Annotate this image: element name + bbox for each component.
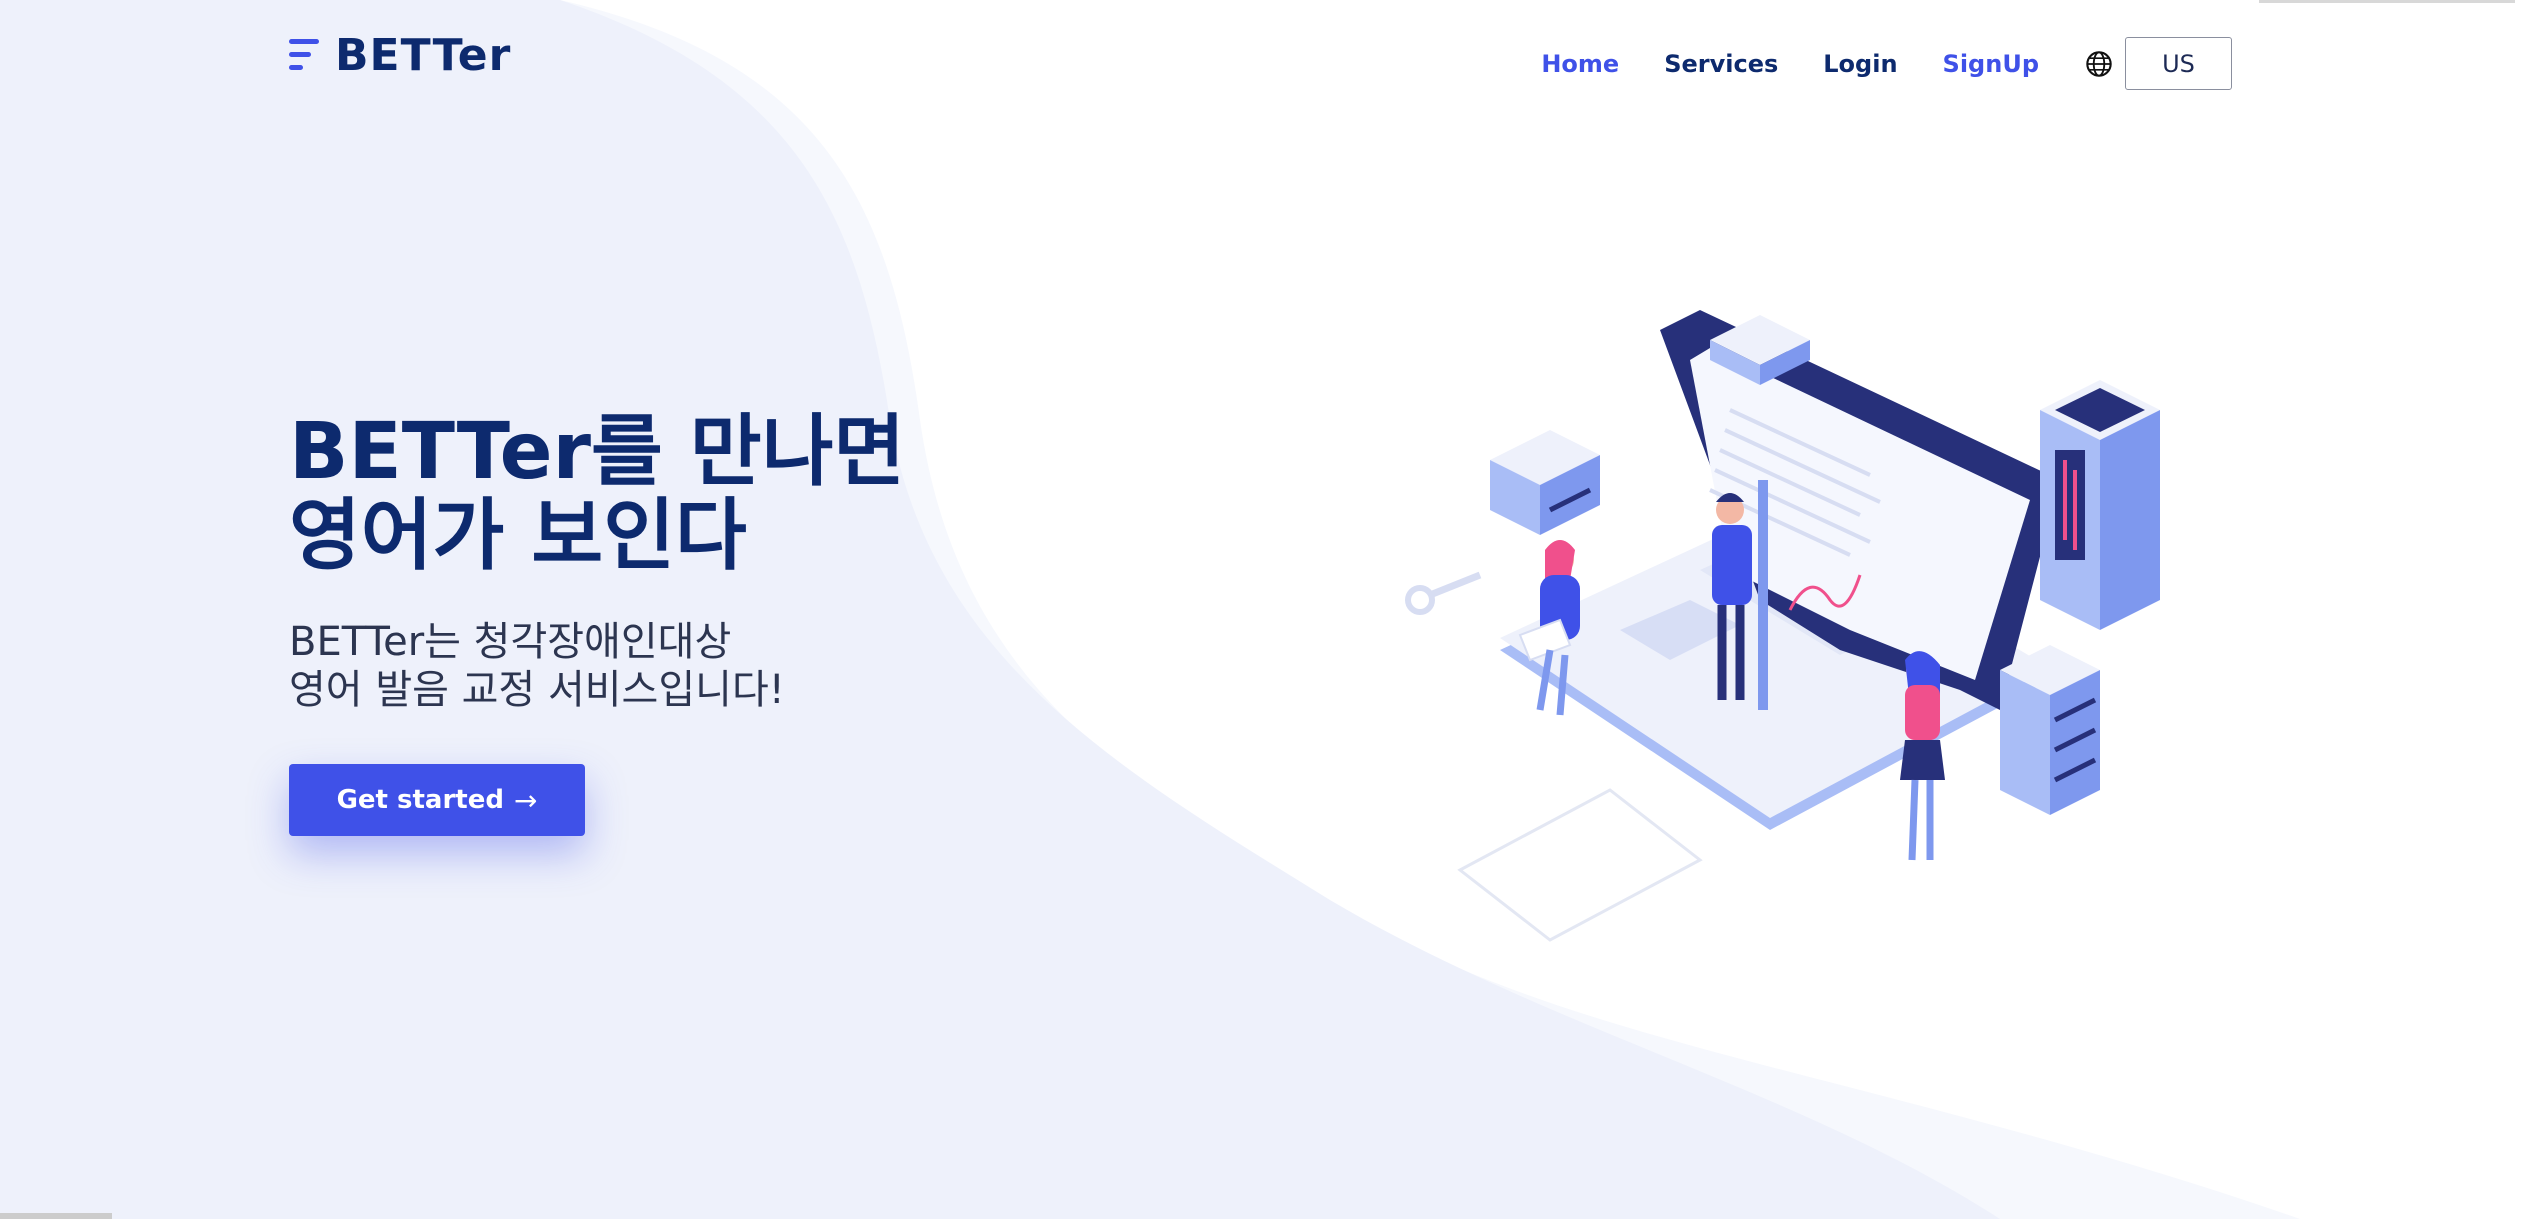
language-select[interactable]: US: [2125, 37, 2232, 90]
bottom-scroll-bar: [0, 1213, 112, 1219]
logo-mark-icon: [289, 35, 321, 77]
hero-illustration: [1405, 310, 2160, 942]
hero-title: BETTer를 만나면 영어가 보인다: [289, 410, 989, 578]
key-icon: [1405, 571, 1482, 615]
nav-login[interactable]: Login: [1823, 50, 1897, 78]
get-started-button[interactable]: Get started →: [289, 764, 585, 836]
hero-title-line2: 영어가 보인다: [289, 491, 747, 581]
floor-outline: [1457, 788, 1703, 942]
nav-home[interactable]: Home: [1541, 50, 1619, 78]
get-started-label: Get started: [336, 785, 504, 815]
globe-icon: [2086, 50, 2112, 77]
server-tower: [2040, 380, 2160, 630]
arrow-right-icon: →: [513, 783, 538, 817]
main-nav: Home Services Login SignUp US: [1496, 37, 2232, 90]
hero-subtitle: BETTer는 청각장애인대상 영어 발음 교정 서비스입니다!: [289, 618, 989, 714]
hero-title-line1: BETTer를 만나면: [289, 407, 906, 497]
hero-section: BETTer를 만나면 영어가 보인다 BETTer는 청각장애인대상 영어 발…: [289, 410, 989, 836]
nav-services[interactable]: Services: [1664, 50, 1778, 78]
hero-subtitle-line1: BETTer는 청각장애인대상: [289, 619, 732, 665]
person-with-pen: [1712, 480, 1768, 710]
top-scroll-bar: [2259, 0, 2515, 3]
server-left: [1490, 430, 1600, 535]
nav-signup[interactable]: SignUp: [1943, 50, 2039, 78]
logo-text: BETTer: [335, 30, 512, 81]
landing-page: BETTer Home Services Login SignUp US BET…: [0, 0, 2523, 1219]
logo[interactable]: BETTer: [289, 30, 511, 81]
server-stack: [2000, 645, 2100, 815]
hero-subtitle-line2: 영어 발음 교정 서비스입니다!: [289, 667, 785, 713]
